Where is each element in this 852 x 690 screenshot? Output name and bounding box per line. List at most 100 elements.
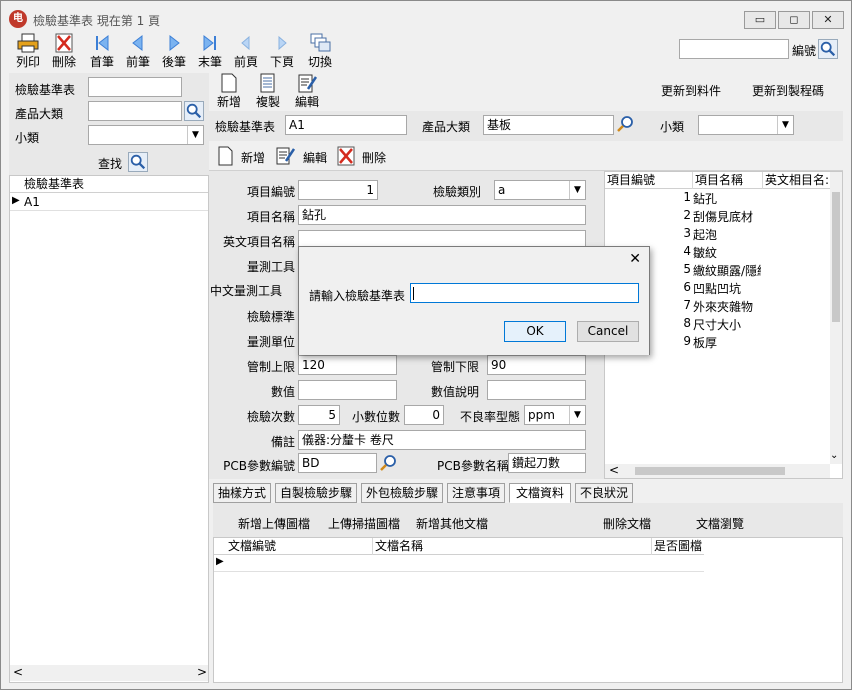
- pcb-name-input[interactable]: 鑽起刀數: [508, 453, 586, 473]
- value-desc-label: 數值說明: [430, 385, 479, 399]
- item-name-input[interactable]: 鉆孔: [298, 205, 586, 225]
- switch-label: 切換: [307, 55, 332, 69]
- upper-limit-input[interactable]: 120: [298, 355, 397, 375]
- item-name-cell: 繖紋顯露/隱紋: [693, 264, 761, 278]
- prev-icon: [132, 34, 143, 52]
- print-button[interactable]: 列印: [13, 33, 43, 69]
- filter-table-input[interactable]: [88, 77, 182, 97]
- filter-product-class-search-button[interactable]: [184, 101, 204, 121]
- update-material-button[interactable]: 更新到料件: [661, 82, 721, 99]
- pcb-no-input[interactable]: BD: [298, 453, 377, 473]
- sub-class-select[interactable]: ▼: [698, 115, 794, 135]
- switch-icon: [310, 33, 331, 52]
- edit-record-button[interactable]: 編輯: [293, 73, 321, 109]
- item-delete-button[interactable]: 刪除: [336, 145, 391, 167]
- last-icon: [203, 34, 216, 52]
- item-edit-button[interactable]: 編輯: [275, 145, 330, 167]
- docs-grid-header: 文檔編號 文檔名稱 是否圖檔: [214, 538, 704, 555]
- last-record-button[interactable]: 末筆: [195, 33, 225, 69]
- dialog-input[interactable]: [410, 283, 639, 303]
- switch-button[interactable]: 切換: [305, 33, 335, 69]
- search-icon: [820, 41, 836, 57]
- scroll-right-icon[interactable]: >: [197, 665, 207, 679]
- prev-record-button[interactable]: 前筆: [123, 33, 153, 69]
- close-button[interactable]: ✕: [812, 11, 844, 29]
- table-row[interactable]: ▶ A1: [10, 194, 208, 211]
- tab-defects[interactable]: 不良狀況: [575, 483, 633, 503]
- table-row[interactable]: 1 鉆孔: [605, 190, 830, 208]
- next-page-button[interactable]: 下頁: [267, 33, 297, 69]
- tab-documents[interactable]: 文檔資料: [509, 483, 571, 503]
- maximize-button[interactable]: ◻: [778, 11, 810, 29]
- prev-page-button[interactable]: 前頁: [231, 33, 261, 69]
- decimal-input[interactable]: 0: [404, 405, 444, 425]
- copy-record-button[interactable]: 複製: [254, 73, 282, 109]
- ok-button[interactable]: OK: [504, 321, 566, 342]
- code-search-input[interactable]: [679, 39, 789, 59]
- count-input[interactable]: 5: [298, 405, 340, 425]
- items-header-no: 項目編號: [607, 173, 656, 187]
- code-search-button[interactable]: [818, 39, 838, 59]
- decimal-label: 小數位數: [352, 410, 401, 424]
- delete-doc-button[interactable]: 刪除文檔: [603, 515, 651, 532]
- product-class-search-button[interactable]: [616, 114, 636, 134]
- defect-type-select[interactable]: ppm ▼: [524, 405, 586, 425]
- first-record-button[interactable]: 首筆: [87, 33, 117, 69]
- items-horizontal-scrollbar[interactable]: <: [605, 463, 830, 478]
- scroll-down-icon[interactable]: ⌄: [830, 450, 838, 461]
- update-process-button[interactable]: 更新到製程碼: [752, 82, 824, 99]
- tab-internal-steps[interactable]: 自製檢驗步驟: [275, 483, 357, 503]
- find-button[interactable]: [128, 152, 148, 172]
- value-input[interactable]: [298, 380, 397, 400]
- tab-outsourced-steps[interactable]: 外包檢驗步驟: [361, 483, 443, 503]
- new-document-icon: [221, 73, 237, 93]
- tab-notes[interactable]: 注意事項: [447, 483, 505, 503]
- new-document-icon: [218, 146, 233, 166]
- table-row[interactable]: 2 刮傷見底材: [605, 208, 830, 226]
- new-record-button[interactable]: 新增: [215, 73, 243, 109]
- items-vertical-scrollbar[interactable]: ⌄: [830, 172, 842, 464]
- delete-button[interactable]: 刪除: [49, 33, 79, 69]
- pcb-no-search-button[interactable]: [379, 453, 399, 473]
- next-record-button[interactable]: 後筆: [159, 33, 189, 69]
- scroll-left-icon[interactable]: <: [609, 463, 619, 477]
- cancel-button[interactable]: Cancel: [577, 321, 639, 342]
- filter-product-class-input[interactable]: [88, 101, 182, 121]
- docs-header-is-image: 是否圖檔: [651, 538, 704, 555]
- category-select[interactable]: a ▼: [494, 180, 586, 200]
- filter-table-label: 檢驗基準表: [15, 83, 76, 97]
- product-class-input[interactable]: 基板: [483, 115, 614, 135]
- scroll-left-icon[interactable]: <: [13, 665, 23, 679]
- note-input[interactable]: 儀器:分釐卡 卷尺: [298, 430, 586, 450]
- add-upload-image-button[interactable]: 新增上傳圖檔: [238, 515, 310, 532]
- item-name-cell: 尺寸大小: [693, 318, 742, 332]
- add-other-doc-button[interactable]: 新增其他文檔: [416, 515, 488, 532]
- upload-scan-button[interactable]: 上傳掃描圖檔: [328, 515, 400, 532]
- table-input[interactable]: A1: [285, 115, 407, 135]
- left-horizontal-scrollbar[interactable]: < >: [10, 665, 208, 681]
- copy-record-label: 複製: [255, 95, 280, 109]
- filter-sub-class-select[interactable]: ▼: [88, 125, 204, 145]
- standard-label: 檢驗標準: [246, 310, 295, 324]
- tool-label: 量測工具: [246, 260, 295, 274]
- prev-page-label: 前頁: [233, 55, 258, 69]
- tab-sampling[interactable]: 抽樣方式: [213, 483, 271, 503]
- copy-icon: [260, 73, 275, 93]
- first-record-label: 首筆: [89, 55, 114, 69]
- value-desc-input[interactable]: [487, 380, 586, 400]
- scrollbar-thumb[interactable]: [635, 467, 785, 475]
- browse-doc-button[interactable]: 文檔瀏覽: [696, 515, 744, 532]
- row-pointer-icon: ▶: [216, 556, 224, 567]
- table-row[interactable]: ▶: [214, 556, 704, 572]
- value-label: 數值: [270, 385, 295, 399]
- dialog-close-icon[interactable]: ✕: [629, 251, 641, 267]
- table-row[interactable]: 3 起泡: [605, 226, 830, 244]
- minimize-button[interactable]: ▭: [744, 11, 776, 29]
- item-no-input[interactable]: 1: [298, 180, 378, 200]
- row-pointer-icon: ▶: [12, 195, 20, 206]
- scrollbar-thumb[interactable]: [832, 192, 840, 322]
- lower-limit-input[interactable]: 90: [487, 355, 586, 375]
- sub-class-label: 小類: [660, 120, 685, 134]
- edit-icon: [276, 147, 295, 165]
- docs-header-no: 文檔編號: [228, 539, 277, 553]
